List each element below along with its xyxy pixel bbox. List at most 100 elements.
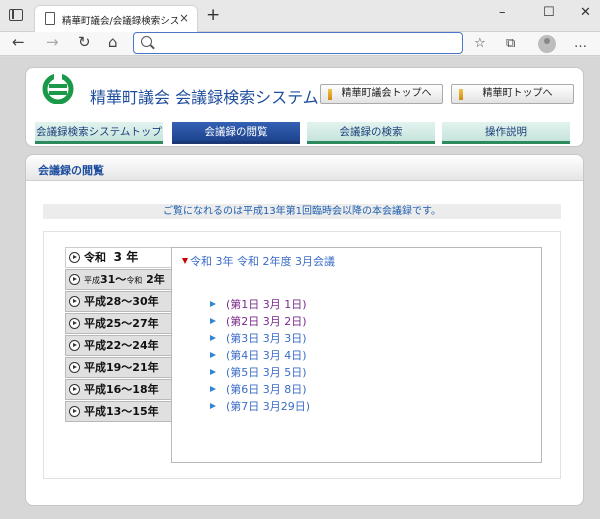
favorites-icon[interactable]: ☆ [474,36,486,51]
meeting-day-list: (第1日 3月 1日) (第2日 3月 2日) (第3日 3月 3日) (第4日… [210,296,310,415]
meeting-day-link[interactable]: (第3日 3月 3日) [226,332,307,345]
tab-instructions[interactable]: 操作説明 [442,122,570,144]
button-marker-icon [459,89,463,100]
era-label: 平成 [84,383,106,396]
era-label: 平成 [84,339,106,352]
era-label: 平成 [84,361,106,374]
circle-arrow-icon [69,318,80,329]
meeting-day-link[interactable]: (第7日 3月29日) [226,400,310,413]
council-top-button[interactable]: 精華町議会トップへ [320,84,443,104]
play-triangle-icon [210,335,216,341]
meeting-day-link[interactable]: (第1日 3月 1日) [226,298,307,311]
circle-arrow-icon [69,274,80,285]
page-viewport: 精華町議会 会議録検索システム 精華町議会トップへ 精華町トップへ 会議録検索シ… [0,57,600,519]
site-title: 精華町議会 会議録検索システム [90,88,319,107]
era-item-h28-30[interactable]: 平成28～30年 [65,291,173,312]
reload-icon[interactable]: ↻ [78,33,91,51]
content-panel: 会議録の閲覧 ご覧になれるのは平成13年第1回臨時会以降の本会議録です。 令和 … [25,154,584,506]
session-heading[interactable]: 令和 3年 令和 2年度 3月会議 [182,253,335,269]
meeting-day-link[interactable]: (第2日 3月 2日) [226,315,307,328]
browser-tab-strip: 精華町議会/会議録検索システム × + – ☐ ✕ [0,0,600,32]
site-header: 精華町議会 会議録検索システム 精華町議会トップへ 精華町トップへ 会議録検索シ… [25,67,584,147]
browser-toolbar: ← → ↻ ⌂ ☆ ⧉ … [0,32,600,56]
browse-box: 令和 3 年 平成31～令和 2年 平成28～30年 平成25～27年 平成22… [43,231,561,479]
era-range: 31～ [100,273,127,286]
profile-avatar[interactable] [538,35,556,53]
town-logo-icon[interactable] [42,74,74,104]
play-triangle-icon [210,386,216,392]
session-panel: 令和 3年 令和 2年度 3月会議 (第1日 3月 1日) (第2日 3月 2日… [171,247,542,463]
era-range: 19～21年 [106,361,159,374]
circle-arrow-icon [69,384,80,395]
circle-arrow-icon [69,406,80,417]
play-triangle-icon [210,369,216,375]
minimize-icon[interactable]: – [499,5,506,20]
era-label: 平成 [84,405,106,418]
meeting-day-link[interactable]: (第6日 3月 8日) [226,383,307,396]
era-item-h22-24[interactable]: 平成22～24年 [65,335,173,356]
menu-icon[interactable]: … [574,36,587,51]
era-range: 16～18年 [106,383,159,396]
era-item-h19-21[interactable]: 平成19～21年 [65,357,173,378]
list-item: (第1日 3月 1日) [210,296,310,313]
era-item-h16-18[interactable]: 平成16～18年 [65,379,173,400]
availability-notice: ご覧になれるのは平成13年第1回臨時会以降の本会議録です。 [43,204,561,219]
town-top-label: 精華町トップへ [482,88,553,99]
tab-browse-minutes[interactable]: 会議録の閲覧 [172,122,300,144]
tab-close-icon[interactable]: × [179,11,189,25]
era-list: 令和 3 年 平成31～令和 2年 平成28～30年 平成25～27年 平成22… [65,247,173,423]
play-triangle-icon [210,301,216,307]
page-icon [45,12,55,25]
era-label: 令和 [84,251,106,264]
era-item-h25-27[interactable]: 平成25～27年 [65,313,173,334]
era-range: 3 年 [113,250,139,264]
circle-arrow-icon [69,252,80,263]
collections-icon[interactable]: ⧉ [506,36,515,51]
back-icon[interactable]: ← [12,33,25,51]
session-heading-text: 令和 3年 令和 2年度 3月会議 [190,255,335,268]
era-label: 平成 [84,295,106,308]
era-item-h13-15[interactable]: 平成13～15年 [65,401,173,422]
forward-icon[interactable]: → [46,33,59,51]
section-title: 会議録の閲覧 [38,164,104,177]
address-bar[interactable] [133,32,463,54]
meeting-day-link[interactable]: (第5日 3月 5日) [226,366,307,379]
search-icon [141,36,152,47]
close-window-icon[interactable]: ✕ [580,5,591,20]
expanded-triangle-icon [182,258,188,264]
council-top-label: 精華町議会トップへ [341,88,432,99]
meeting-day-link[interactable]: (第4日 3月 4日) [226,349,307,362]
tab-system-top[interactable]: 会議録検索システムトップ [35,122,163,144]
list-item: (第2日 3月 2日) [210,313,310,330]
era-item-r3[interactable]: 令和 3 年 [65,247,173,268]
era-item-h31-r2[interactable]: 平成31～令和 2年 [65,269,173,290]
era-range: 22～24年 [106,339,159,352]
list-item: (第7日 3月29日) [210,398,310,415]
button-marker-icon [328,89,332,100]
era-label: 平成 [84,317,106,330]
circle-arrow-icon [69,340,80,351]
circle-arrow-icon [69,296,80,307]
circle-arrow-icon [69,362,80,373]
list-item: (第4日 3月 4日) [210,347,310,364]
section-header: 会議録の閲覧 [26,155,583,181]
maximize-icon[interactable]: ☐ [543,5,555,20]
tab-title: 精華町議会/会議録検索システム [62,16,180,27]
era-range-2: 2年 [146,273,165,286]
list-item: (第5日 3月 5日) [210,364,310,381]
era-range: 25～27年 [106,317,159,330]
tab-search-minutes[interactable]: 会議録の検索 [307,122,435,144]
home-icon[interactable]: ⌂ [108,33,118,51]
era-label: 平成 [84,276,100,285]
play-triangle-icon [210,352,216,358]
era-range: 28～30年 [106,295,159,308]
play-triangle-icon [210,318,216,324]
tab-actions-icon[interactable] [9,9,23,21]
play-triangle-icon [210,403,216,409]
new-tab-icon[interactable]: + [206,5,220,25]
browser-tab[interactable]: 精華町議会/会議録検索システム × [34,5,198,32]
era-label-2: 令和 [126,276,143,285]
list-item: (第3日 3月 3日) [210,330,310,347]
town-top-button[interactable]: 精華町トップへ [451,84,574,104]
list-item: (第6日 3月 8日) [210,381,310,398]
